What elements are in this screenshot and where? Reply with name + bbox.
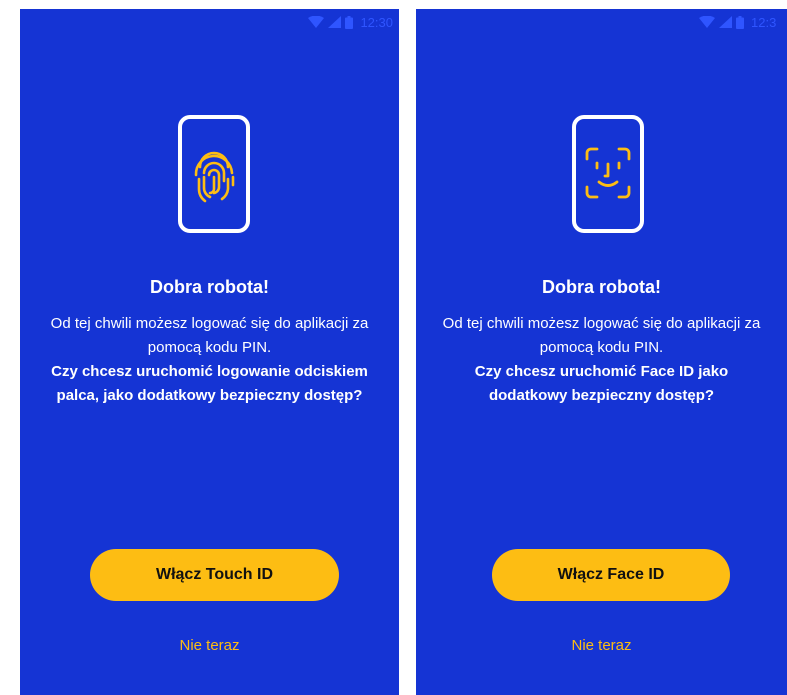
face-id-icon — [572, 115, 644, 233]
battery-icon — [345, 15, 354, 29]
not-now-button[interactable]: Nie teraz — [416, 637, 787, 654]
fingerprint-icon — [178, 115, 250, 233]
status-time: 12:30 — [360, 14, 393, 30]
description-text: Od tej chwili możesz logować się do apli… — [442, 315, 761, 356]
enable-touch-id-button[interactable]: Włącz Touch ID — [90, 549, 339, 601]
not-now-button[interactable]: Nie teraz — [20, 637, 399, 654]
battery-icon — [736, 15, 744, 29]
status-bar: 12:30 — [308, 9, 393, 35]
face-id-screen: 12:3 Dobra robota! Od tej chwili możesz … — [416, 9, 787, 695]
description-text: Od tej chwili możesz logować się do apli… — [50, 315, 369, 356]
enable-face-id-button[interactable]: Włącz Face ID — [492, 549, 730, 601]
status-time: 12:3 — [751, 14, 777, 30]
touch-id-screen: 12:30 Dobra robota! Od tej chwili możesz… — [20, 9, 399, 695]
wifi-icon — [699, 16, 715, 28]
description-question: Czy chcesz uruchomić logowanie odciskiem… — [51, 363, 368, 404]
description-question: Czy chcesz uruchomić Face ID jako dodatk… — [474, 363, 729, 404]
signal-icon — [719, 16, 732, 28]
description: Od tej chwili możesz logować się do apli… — [40, 312, 379, 408]
page-title: Dobra robota! — [150, 277, 269, 297]
description: Od tej chwili możesz logować się do apli… — [436, 312, 767, 408]
status-bar: 12:3 — [699, 9, 776, 35]
signal-icon — [328, 16, 342, 28]
wifi-icon — [308, 16, 325, 28]
page-title: Dobra robota! — [542, 277, 661, 297]
